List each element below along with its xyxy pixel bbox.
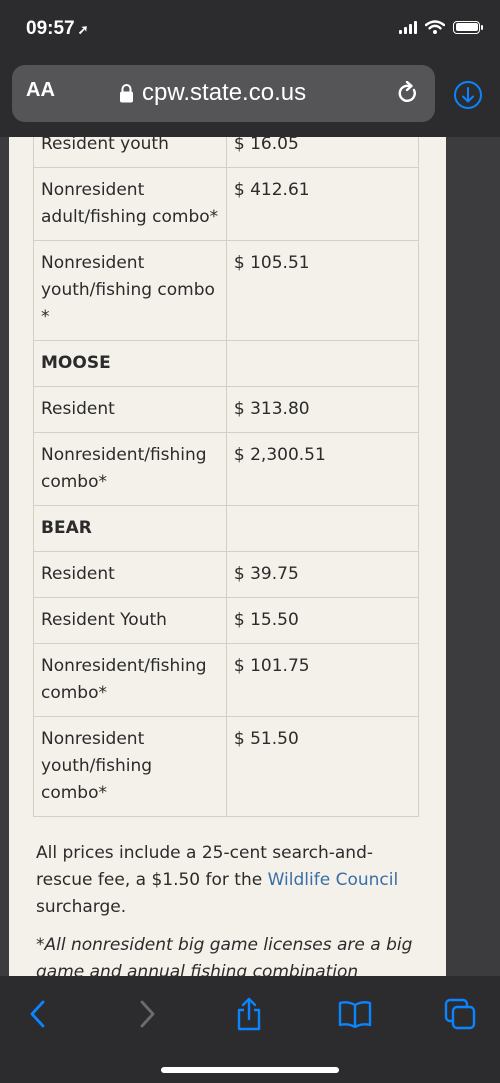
section-header-row: BEAR <box>33 505 420 552</box>
address-bar[interactable]: AA cpw.state.co.us <box>12 65 435 122</box>
row-price: $ 313.80 <box>225 386 420 433</box>
row-price: $ 16.05 <box>225 137 420 168</box>
lock-icon <box>120 84 133 103</box>
price-footnote: All prices include a 25-cent search-and-… <box>36 843 399 917</box>
table-row: Nonresident/fishing combo* $ 2,300.51 <box>33 432 420 506</box>
row-price: $ 39.75 <box>225 551 420 598</box>
row-price: $ 412.61 <box>225 167 420 241</box>
status-icons <box>399 20 483 34</box>
wifi-icon <box>425 20 445 34</box>
row-price: $ 105.51 <box>225 240 420 341</box>
forward-button[interactable] <box>127 994 167 1034</box>
row-label: Nonresident youth/fishing combo * <box>33 240 227 341</box>
table-row: Nonresident youth/fishing combo * $ 105.5… <box>33 240 420 341</box>
share-icon <box>237 997 261 1031</box>
book-icon <box>338 1001 372 1028</box>
license-price-table: Resident youth $ 16.05 Nonresident adult… <box>33 137 420 817</box>
table-row: Resident $ 313.80 <box>33 386 420 433</box>
row-label: Nonresident adult/fishing combo* <box>33 167 227 241</box>
tabs-button[interactable] <box>440 994 480 1034</box>
bookmarks-button[interactable] <box>335 994 375 1034</box>
table-row: Nonresident adult/fishing combo* $ 412.61 <box>33 167 420 241</box>
row-price: $ 51.50 <box>225 716 420 817</box>
reload-icon[interactable] <box>397 81 419 105</box>
row-label: Nonresident/fishing combo* <box>33 432 227 506</box>
row-price: $ 15.50 <box>225 597 420 644</box>
row-price: $ 101.75 <box>225 643 420 717</box>
location-arrow-icon: ➚ <box>77 22 89 37</box>
tabs-icon <box>444 998 476 1030</box>
back-button[interactable] <box>18 994 58 1034</box>
section-title: MOOSE <box>33 340 227 387</box>
download-icon[interactable] <box>453 80 483 110</box>
row-price <box>225 505 420 552</box>
row-label: Resident Youth <box>33 597 227 644</box>
home-indicator <box>161 1067 339 1073</box>
table-row: Resident youth $ 16.05 <box>33 137 420 168</box>
row-label: Resident <box>33 551 227 598</box>
battery-icon <box>453 20 483 34</box>
status-time: 09:57 ➚ <box>26 18 89 39</box>
row-price <box>225 340 420 387</box>
row-label: Nonresident/fishing combo* <box>33 643 227 717</box>
table-row: Resident $ 39.75 <box>33 551 420 598</box>
chevron-left-icon <box>30 1000 45 1028</box>
section-title: BEAR <box>33 505 227 552</box>
table-row: Nonresident/fishing combo* $ 101.75 <box>33 643 420 717</box>
text-size-button[interactable]: AA <box>26 79 55 102</box>
row-label: Resident youth <box>33 137 227 168</box>
section-header-row: MOOSE <box>33 340 420 387</box>
cellular-signal-icon <box>399 20 417 34</box>
article-panel: Resident youth $ 16.05 Nonresident adult… <box>9 137 446 976</box>
row-label: Nonresident youth/fishing combo* <box>33 716 227 817</box>
table-row: Resident Youth $ 15.50 <box>33 597 420 644</box>
row-label: Resident <box>33 386 227 433</box>
nonresident-disclaimer: *All nonresident big game licenses are a… <box>36 935 413 976</box>
chevron-right-icon <box>140 1000 155 1028</box>
web-content[interactable]: Resident youth $ 16.05 Nonresident adult… <box>0 137 500 976</box>
browser-top-bar: 09:57 ➚ AA cpw.state.co.us <box>0 0 500 137</box>
row-price: $ 2,300.51 <box>225 432 420 506</box>
url-text[interactable]: cpw.state.co.us <box>142 79 306 107</box>
table-row: Nonresident youth/fishing combo* $ 51.50 <box>33 716 420 817</box>
wildlife-council-link[interactable]: Wildlife Council <box>268 870 399 890</box>
share-button[interactable] <box>229 994 269 1034</box>
